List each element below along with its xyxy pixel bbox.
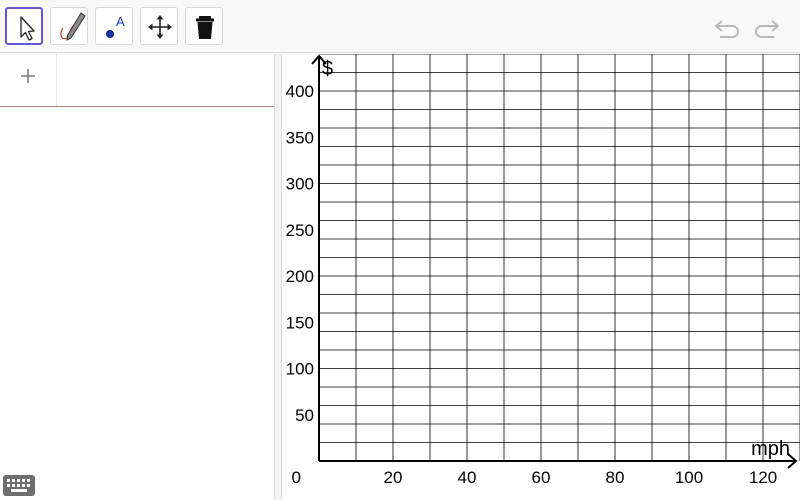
keyboard-icon [3, 475, 35, 496]
graphics-view[interactable]: 20 40 60 80 100 120 50 100 150 200 250 300 350 400 mp… [282, 54, 800, 500]
y-axis-label: $ [322, 58, 333, 80]
pen-icon [60, 12, 86, 41]
arrow-cursor-icon [20, 16, 35, 41]
y-tick-label: 200 [286, 267, 314, 286]
point-icon-label: A [116, 14, 125, 29]
x-tick-label: 60 [532, 468, 551, 487]
redo-icon [755, 20, 779, 38]
x-tick-label: 120 [749, 468, 777, 487]
x-tick-label: 20 [384, 468, 403, 487]
pen-tool-button[interactable] [50, 7, 88, 45]
algebra-input-row[interactable] [0, 54, 274, 107]
delete-tool-button[interactable] [185, 7, 223, 45]
y-tick-label: 150 [286, 313, 314, 332]
y-tick-label: 250 [286, 221, 314, 240]
origin-label: 0 [292, 468, 301, 487]
plus-icon [21, 69, 35, 83]
y-tick-label: 300 [286, 175, 314, 194]
x-tick-label: 40 [458, 468, 477, 487]
x-axis-label: mph [751, 438, 790, 460]
point-icon: A [106, 14, 125, 38]
y-tick-label: 100 [286, 360, 314, 379]
move-view-tool-button[interactable] [140, 7, 178, 45]
x-tick-label: 100 [675, 468, 703, 487]
four-way-arrow-icon [148, 15, 172, 39]
undo-icon [715, 20, 739, 38]
toolbar: A [0, 0, 800, 53]
axes [311, 54, 798, 469]
undo-button[interactable] [712, 12, 746, 42]
y-tick-label: 50 [295, 406, 314, 425]
keyboard-button[interactable] [3, 475, 35, 496]
move-tool-button[interactable] [5, 7, 43, 45]
x-tick-label: 80 [606, 468, 625, 487]
trash-icon [196, 16, 214, 39]
algebra-view [0, 54, 274, 500]
y-tick-label: 400 [286, 82, 314, 101]
y-tick-label: 350 [286, 128, 314, 147]
redo-button[interactable] [748, 12, 782, 42]
grid [319, 54, 800, 461]
add-item-button[interactable] [0, 54, 57, 106]
panel-splitter[interactable] [274, 54, 282, 500]
point-tool-button[interactable]: A [95, 7, 133, 45]
